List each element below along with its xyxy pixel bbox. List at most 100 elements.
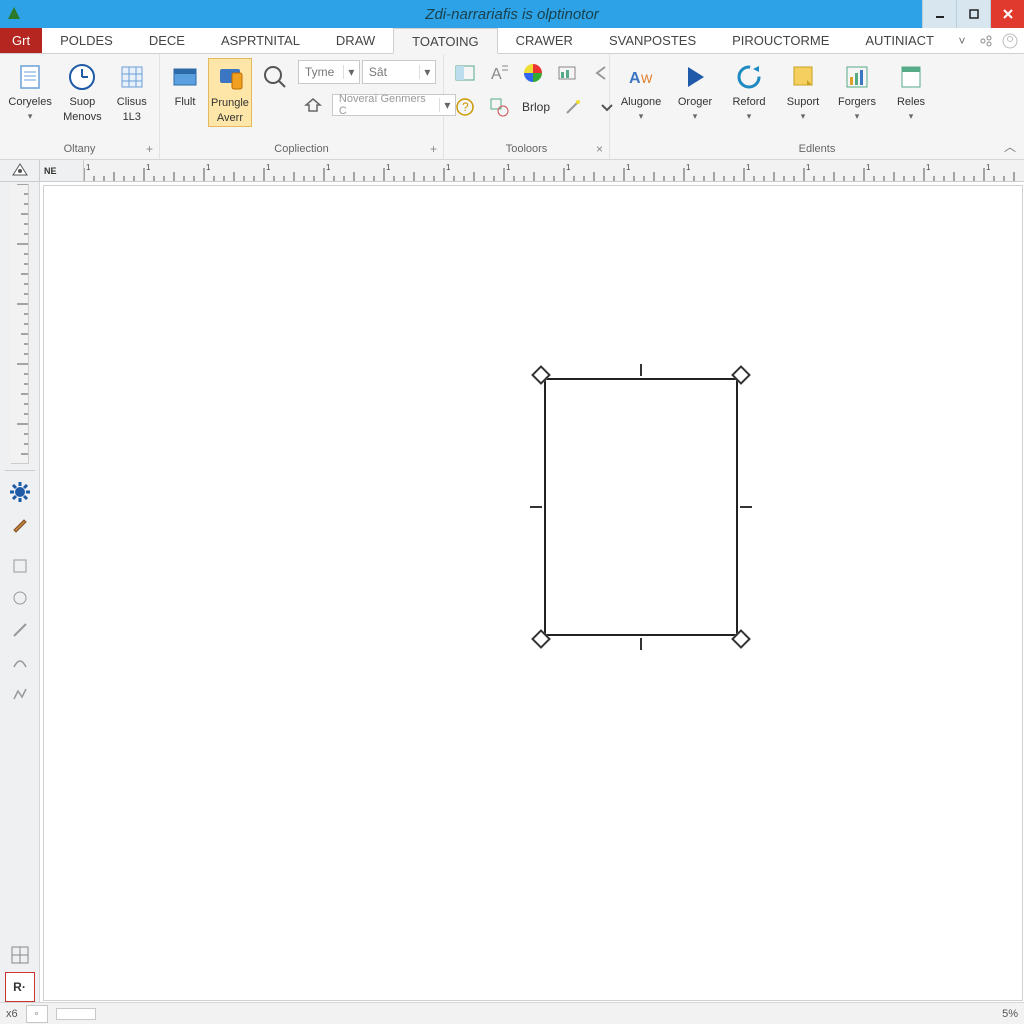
magnify-icon: [258, 60, 292, 94]
reles-button[interactable]: Reles ▾: [886, 58, 936, 123]
ribbon-group-tooloors: A ? Brlop Tooloors ×: [444, 54, 610, 159]
prungle-button[interactable]: Prungle Averr: [208, 58, 252, 127]
suport-button[interactable]: Suport▾: [778, 58, 828, 123]
suop-button[interactable]: Suop Menovs: [58, 58, 106, 125]
ribbon-group-edlents: AW Alugone▾ Oroger▾ Reford▾ Suport▾ Forg…: [610, 54, 1024, 159]
tab-svanpostes[interactable]: SVANPOSTES: [591, 28, 714, 53]
chevron-down-icon: ▾: [747, 111, 752, 121]
svg-text:?: ?: [462, 100, 469, 114]
window-controls: [922, 0, 1024, 28]
group-launcher-icon[interactable]: +: [146, 142, 153, 156]
ribbon-group-oltany: Coryeles ▾ Suop Menovs Clisus 1L3 Oltany…: [0, 54, 160, 159]
tab-pirouctorme[interactable]: PIROUCTORME: [714, 28, 847, 53]
prungle-label: Prungle: [211, 97, 249, 110]
tab-dece[interactable]: DECE: [131, 28, 203, 53]
tab-draw[interactable]: DRAW: [318, 28, 393, 53]
left-toolbar: R·: [0, 182, 40, 1002]
tab-autiniact[interactable]: AUTINIACT: [847, 28, 952, 53]
close-button[interactable]: [990, 0, 1024, 28]
layout-button[interactable]: [450, 58, 480, 88]
wand-button[interactable]: [558, 92, 588, 122]
value-combo[interactable]: Sât▾: [362, 60, 436, 84]
minimize-button[interactable]: [922, 0, 956, 28]
oroger-label: Oroger: [678, 96, 712, 109]
chevron-down-icon: ▾: [639, 111, 644, 121]
brlop-label[interactable]: Brlop: [518, 100, 554, 114]
canvas[interactable]: [40, 182, 1024, 1002]
resize-handle-r[interactable]: [740, 506, 752, 508]
chart-button[interactable]: [552, 58, 582, 88]
group-label-oltany: Oltany: [64, 143, 96, 155]
resize-handle-b[interactable]: [640, 638, 642, 650]
clisus-button[interactable]: Clisus 1L3: [111, 58, 153, 125]
svg-text:1: 1: [746, 163, 751, 172]
rectangle-body[interactable]: [544, 378, 738, 636]
ruler-vertical[interactable]: [11, 184, 29, 464]
chevron-down-icon: ▾: [419, 65, 435, 79]
tab-toatoing[interactable]: TOATOING: [393, 28, 497, 54]
tool-c[interactable]: [5, 615, 35, 645]
brush-tool[interactable]: [5, 509, 35, 539]
resize-handle-l[interactable]: [530, 506, 542, 508]
text-a-button[interactable]: A: [484, 58, 514, 88]
chevron-down-icon: ▾: [909, 111, 914, 121]
clisus-label2: 1L3: [123, 111, 141, 124]
tool-d[interactable]: [5, 647, 35, 677]
coryeles-button[interactable]: Coryeles ▾: [6, 58, 54, 123]
suport-label: Suport: [787, 96, 819, 109]
help-button[interactable]: ?: [450, 92, 480, 122]
svg-text:1: 1: [566, 163, 571, 172]
type-combo[interactable]: Tyme▾: [298, 60, 360, 84]
selected-rectangle-shape[interactable]: [536, 370, 746, 644]
window-icon: [168, 60, 202, 94]
sheet-icon: [894, 60, 928, 94]
alugone-button[interactable]: AW Alugone▾: [616, 58, 666, 123]
account-icon[interactable]: [1002, 33, 1018, 49]
colorwheel-button[interactable]: [518, 58, 548, 88]
home-button[interactable]: [298, 90, 328, 120]
chevron-down-icon: ▾: [28, 111, 33, 121]
tab-poldes[interactable]: POLDES: [42, 28, 131, 53]
group-label-edlents: Edlents: [799, 143, 836, 155]
window-title: Zdi-narrariafis is olptinotor: [0, 6, 1024, 23]
status-button[interactable]: ◦: [26, 1005, 48, 1023]
tab-file[interactable]: Grt: [0, 28, 42, 53]
ruler-horizontal[interactable]: 1111111111111111: [84, 160, 1024, 182]
svg-text:1: 1: [146, 163, 151, 172]
ribbon-tabstrip: Grt POLDES DECE ASPRTNITAL DRAW TOATOING…: [0, 28, 1024, 54]
reford-button[interactable]: Reford▾: [724, 58, 774, 123]
flult-button[interactable]: Flult: [166, 58, 204, 111]
group-close-icon[interactable]: ×: [596, 142, 603, 156]
svg-text:1: 1: [806, 163, 811, 172]
ribbon-collapse-button[interactable]: ︿: [1004, 138, 1016, 155]
group-label-tooloors: Tooloors: [506, 143, 548, 155]
shape-button[interactable]: [484, 92, 514, 122]
tool-a[interactable]: [5, 551, 35, 581]
maximize-button[interactable]: [956, 0, 990, 28]
tab-crawer[interactable]: CRAWER: [498, 28, 591, 53]
suop-label: Suop: [70, 96, 96, 109]
share-icon[interactable]: [978, 33, 994, 49]
ribbon: Coryeles ▾ Suop Menovs Clisus 1L3 Oltany…: [0, 54, 1024, 160]
status-slot[interactable]: [56, 1008, 96, 1020]
ruler-origin-button[interactable]: [0, 160, 40, 181]
magnify-button[interactable]: [256, 58, 294, 96]
group-launcher-icon[interactable]: +: [430, 142, 437, 156]
gear-tool[interactable]: [5, 477, 35, 507]
chevron-down-icon: ▾: [343, 65, 359, 79]
tab-asprtnital[interactable]: ASPRTNITAL: [203, 28, 318, 53]
svg-text:1: 1: [446, 163, 451, 172]
resize-handle-t[interactable]: [640, 364, 642, 376]
svg-text:1: 1: [86, 163, 91, 172]
chart2-icon: [840, 60, 874, 94]
oroger-button[interactable]: Oroger▾: [670, 58, 720, 123]
reles-label: Reles: [897, 96, 925, 109]
tool-e[interactable]: [5, 679, 35, 709]
record-tool[interactable]: R·: [5, 972, 35, 1002]
help-caret-icon[interactable]: ˅: [954, 33, 970, 49]
tool-b[interactable]: [5, 583, 35, 613]
forgers-button[interactable]: Forgers▾: [832, 58, 882, 123]
grid-tool[interactable]: [5, 940, 35, 970]
noveral-combo[interactable]: Noveraî Genmers C▾: [332, 94, 456, 116]
forgers-label: Forgers: [838, 96, 876, 109]
